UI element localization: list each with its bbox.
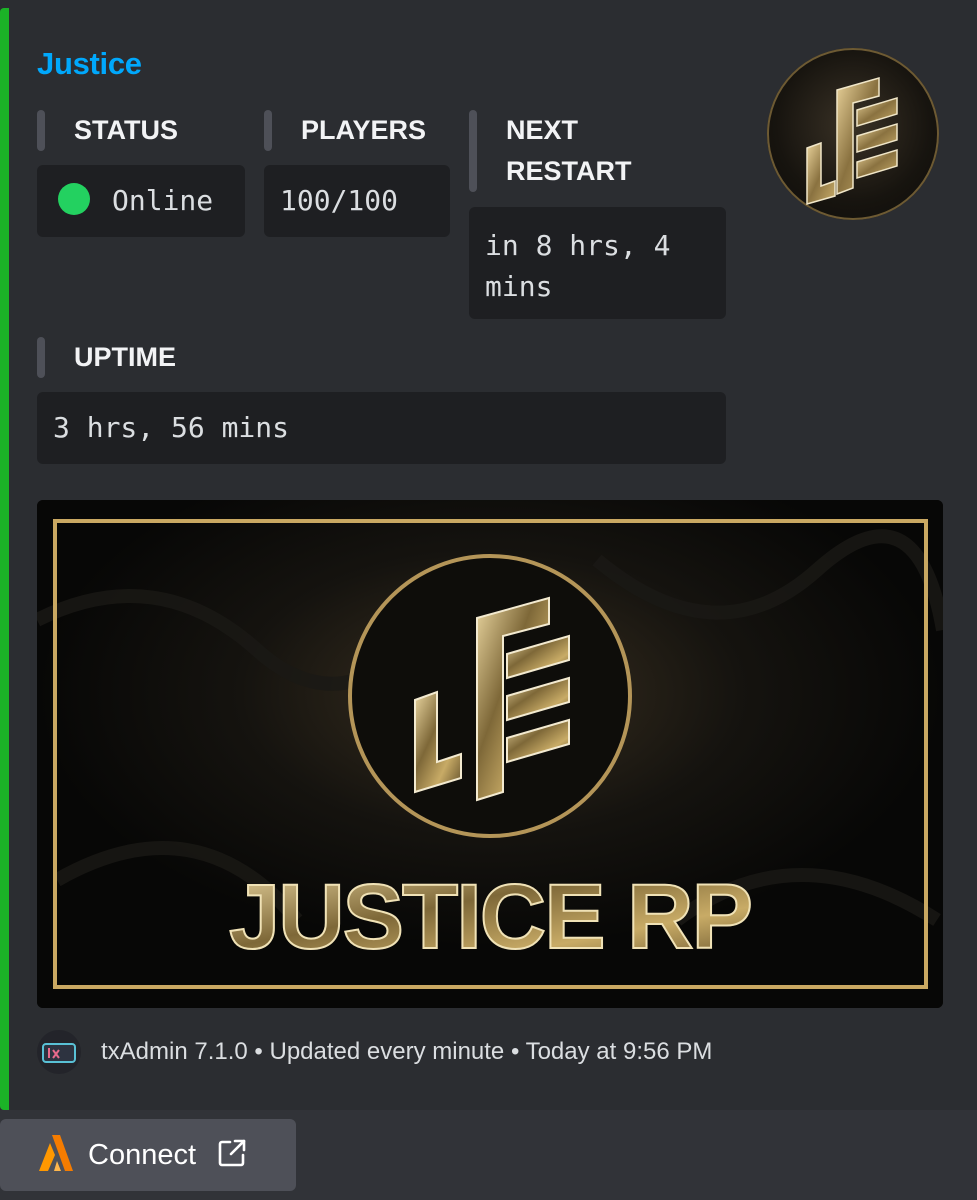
quote-bar <box>37 110 45 151</box>
field-uptime-value: 3 hrs, 56 mins <box>53 411 290 444</box>
field-next-restart-value-line1: in 8 hrs, 4 <box>485 229 671 262</box>
field-uptime-name: UPTIME <box>74 342 177 372</box>
online-status-dot-icon <box>58 183 90 215</box>
connect-button-label: Connect <box>88 1138 197 1171</box>
field-players-value: 100/100 <box>280 184 399 217</box>
embed-accent-bar <box>0 8 9 1110</box>
field-next-restart-value-box: in 8 hrs, 4 mins <box>469 207 726 319</box>
external-link-icon <box>216 1137 248 1174</box>
field-players: PLAYERS <box>264 110 426 151</box>
field-uptime: UPTIME <box>37 337 176 378</box>
server-banner-image[interactable]: JUSTICE RP <box>37 500 943 1008</box>
field-players-name: PLAYERS <box>301 115 427 145</box>
field-next-restart: NEXT RESTART <box>469 110 632 192</box>
field-status-value-box: Online <box>37 165 245 237</box>
field-status-name: STATUS <box>74 115 178 145</box>
field-next-restart-value-line2: mins <box>485 270 553 303</box>
field-uptime-value-box: 3 hrs, 56 mins <box>37 392 726 464</box>
embed-footer: txAdmin 7.1.0 • Updated every minute • T… <box>37 1028 712 1076</box>
quote-bar <box>37 337 45 378</box>
txadmin-avatar-icon <box>37 1030 81 1074</box>
field-status-value: Online <box>112 184 214 217</box>
footer-text: txAdmin 7.1.0 • Updated every minute • T… <box>101 1038 713 1065</box>
server-status-embed: Justice STATUS Online PLAYERS 100/100 NE… <box>0 0 977 1110</box>
field-next-restart-name-line2: RESTART <box>506 156 632 186</box>
embed-title[interactable]: Justice <box>37 46 142 82</box>
quote-bar <box>264 110 272 151</box>
banner-title-text: JUSTICE RP <box>229 866 751 968</box>
justice-logo-icon <box>806 77 898 205</box>
field-players-value-box: 100/100 <box>264 165 450 237</box>
connect-button[interactable]: Connect <box>0 1119 296 1191</box>
fivem-logo-icon <box>38 1133 74 1178</box>
field-next-restart-name-line1: NEXT <box>506 115 579 145</box>
justice-rp-banner: JUSTICE RP <box>37 500 943 1008</box>
field-status: STATUS <box>37 110 178 151</box>
quote-bar <box>469 110 477 192</box>
server-thumbnail-logo[interactable] <box>767 48 939 220</box>
